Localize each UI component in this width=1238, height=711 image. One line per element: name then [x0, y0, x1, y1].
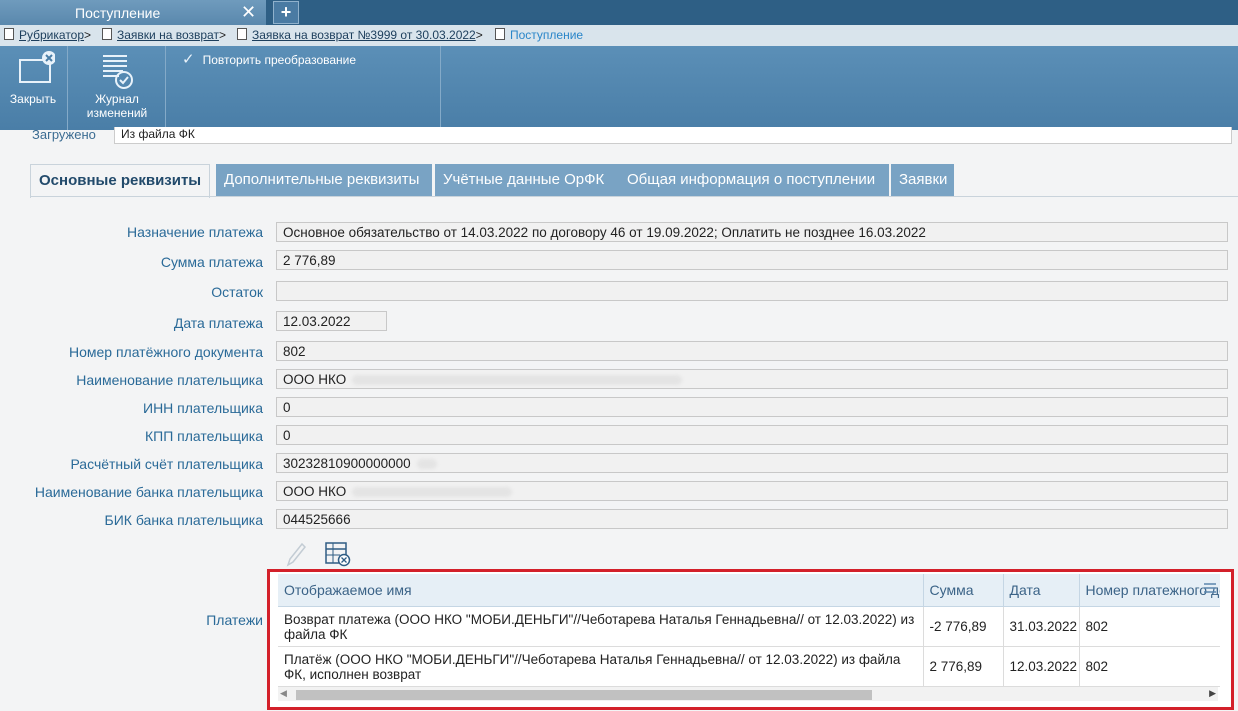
redaction-blur — [352, 487, 513, 498]
breadcrumb-rubricator[interactable]: Рубрикатор — [19, 28, 84, 42]
scroll-left-icon[interactable]: ◀ — [280, 688, 287, 699]
column-header-number[interactable]: Номер платежного до — [1079, 574, 1220, 607]
table-row[interactable]: Возврат платежа (ООО НКО "МОБИ.ДЕНЬГИ"//… — [278, 606, 1220, 647]
breadcrumb-return-requests[interactable]: Заявки на возврат — [117, 28, 219, 42]
column-header-sum[interactable]: Сумма — [923, 574, 1004, 607]
table-delete-icon[interactable] — [324, 541, 352, 567]
close-button[interactable]: Закрыть — [0, 50, 66, 106]
cell-date: 31.03.2022 — [1003, 606, 1080, 647]
repeat-transform-button[interactable]: ✓ Повторить преобразование — [182, 50, 356, 68]
cell-number: 802 — [1079, 646, 1220, 687]
balance-label: Остаток — [211, 284, 263, 300]
breadcrumb: Рубрикатор> Заявки на возврат> Заявка на… — [0, 25, 1238, 46]
docnum-field[interactable]: 802 — [276, 341, 1228, 361]
payments-grid-highlight: Отображаемое имя Сумма Дата Номер платеж… — [267, 569, 1234, 710]
tab-main-details[interactable]: Основные реквизиты — [30, 164, 211, 198]
cell-date: 12.03.2022 — [1003, 646, 1080, 687]
column-menu-icon[interactable] — [1203, 581, 1217, 595]
cell-name: Платёж (ООО НКО "МОБИ.ДЕНЬГИ"//Чеботарев… — [278, 646, 924, 687]
document-icon — [237, 28, 247, 40]
payer-name-label: Наименование плательщика — [76, 372, 263, 388]
horizontal-scrollbar[interactable]: ◀ ▶ — [278, 687, 1218, 701]
tab-orfk-data[interactable]: Учётные данные ОрФК — [435, 164, 619, 196]
tabs-divider — [30, 196, 1238, 197]
account-label: Расчётный счёт плательщика — [70, 456, 263, 472]
document-icon — [495, 28, 505, 40]
loaded-label: Загружено — [32, 127, 96, 142]
document-icon — [102, 28, 112, 40]
ribbon-toolbar: Закрыть Журнал изменений ✓ Повторить прео… — [0, 46, 1238, 130]
change-journal-button[interactable]: Журнал изменений — [80, 50, 154, 120]
cell-name: Возврат платежа (ООО НКО "МОБИ.ДЕНЬГИ"//… — [278, 606, 924, 647]
purpose-label: Назначение платежа — [127, 224, 263, 240]
bik-field[interactable]: 044525666 — [276, 509, 1228, 529]
column-header-date[interactable]: Дата — [1003, 574, 1080, 607]
close-form-icon — [19, 51, 55, 83]
close-tab-icon[interactable]: ✕ — [241, 2, 256, 22]
inn-label: ИНН плательщика — [143, 400, 263, 416]
redaction-blur — [416, 459, 437, 470]
document-tab-title: Поступление — [75, 5, 161, 21]
edit-pencil-icon[interactable] — [284, 541, 308, 567]
loaded-value: Из файла ФК — [114, 127, 1232, 144]
payments-label: Платежи — [206, 612, 263, 628]
table-row[interactable]: Платёж (ООО НКО "МОБИ.ДЕНЬГИ"//Чеботарев… — [278, 646, 1220, 687]
tab-additional-details[interactable]: Дополнительные реквизиты — [216, 164, 432, 196]
tab-general-info[interactable]: Общая информация о поступлении — [619, 164, 889, 196]
kpp-field[interactable]: 0 — [276, 425, 1228, 445]
toolbar-separator — [165, 46, 166, 130]
payer-name-field[interactable]: ООО НКО — [276, 369, 1228, 389]
sum-field[interactable]: 2 776,89 — [276, 250, 1228, 270]
purpose-field[interactable]: Основное обязательство от 14.03.2022 по … — [276, 222, 1228, 242]
breadcrumb-current: Поступление — [510, 28, 584, 42]
payments-grid: Отображаемое имя Сумма Дата Номер платеж… — [278, 574, 1220, 688]
journal-icon — [103, 55, 133, 89]
cell-sum: 2 776,89 — [923, 646, 1004, 687]
column-header-name[interactable]: Отображаемое имя — [278, 574, 924, 607]
scrollbar-thumb[interactable] — [296, 690, 872, 700]
add-tab-button[interactable]: + — [273, 1, 299, 24]
document-tab[interactable]: Поступление ✕ — [0, 0, 266, 25]
toolbar-separator — [440, 46, 441, 130]
cell-number: 802 — [1079, 606, 1220, 647]
date-label: Дата платежа — [173, 315, 263, 331]
cell-sum: -2 776,89 — [923, 606, 1004, 647]
account-field[interactable]: 30232810900000000 — [276, 453, 1228, 473]
balance-field[interactable] — [276, 281, 1228, 301]
tab-requests[interactable]: Заявки — [891, 164, 954, 196]
sum-label: Сумма платежа — [160, 254, 263, 270]
redaction-blur — [352, 375, 683, 386]
kpp-label: КПП плательщика — [145, 428, 263, 444]
bank-field[interactable]: ООО НКО — [276, 481, 1228, 501]
docnum-label: Номер платёжного документа — [68, 344, 263, 360]
check-icon: ✓ — [182, 51, 195, 68]
scroll-right-icon[interactable]: ▶ — [1209, 688, 1216, 699]
bank-label: Наименование банка плательщика — [34, 484, 263, 500]
toolbar-separator — [67, 46, 68, 130]
bik-label: БИК банка плательщика — [104, 512, 263, 528]
breadcrumb-return-request[interactable]: Заявка на возврат №3999 от 30.03.2022 — [252, 28, 476, 42]
date-field[interactable]: 12.03.2022 — [276, 311, 387, 331]
list-icon — [4, 28, 14, 40]
inn-field[interactable]: 0 — [276, 397, 1228, 417]
